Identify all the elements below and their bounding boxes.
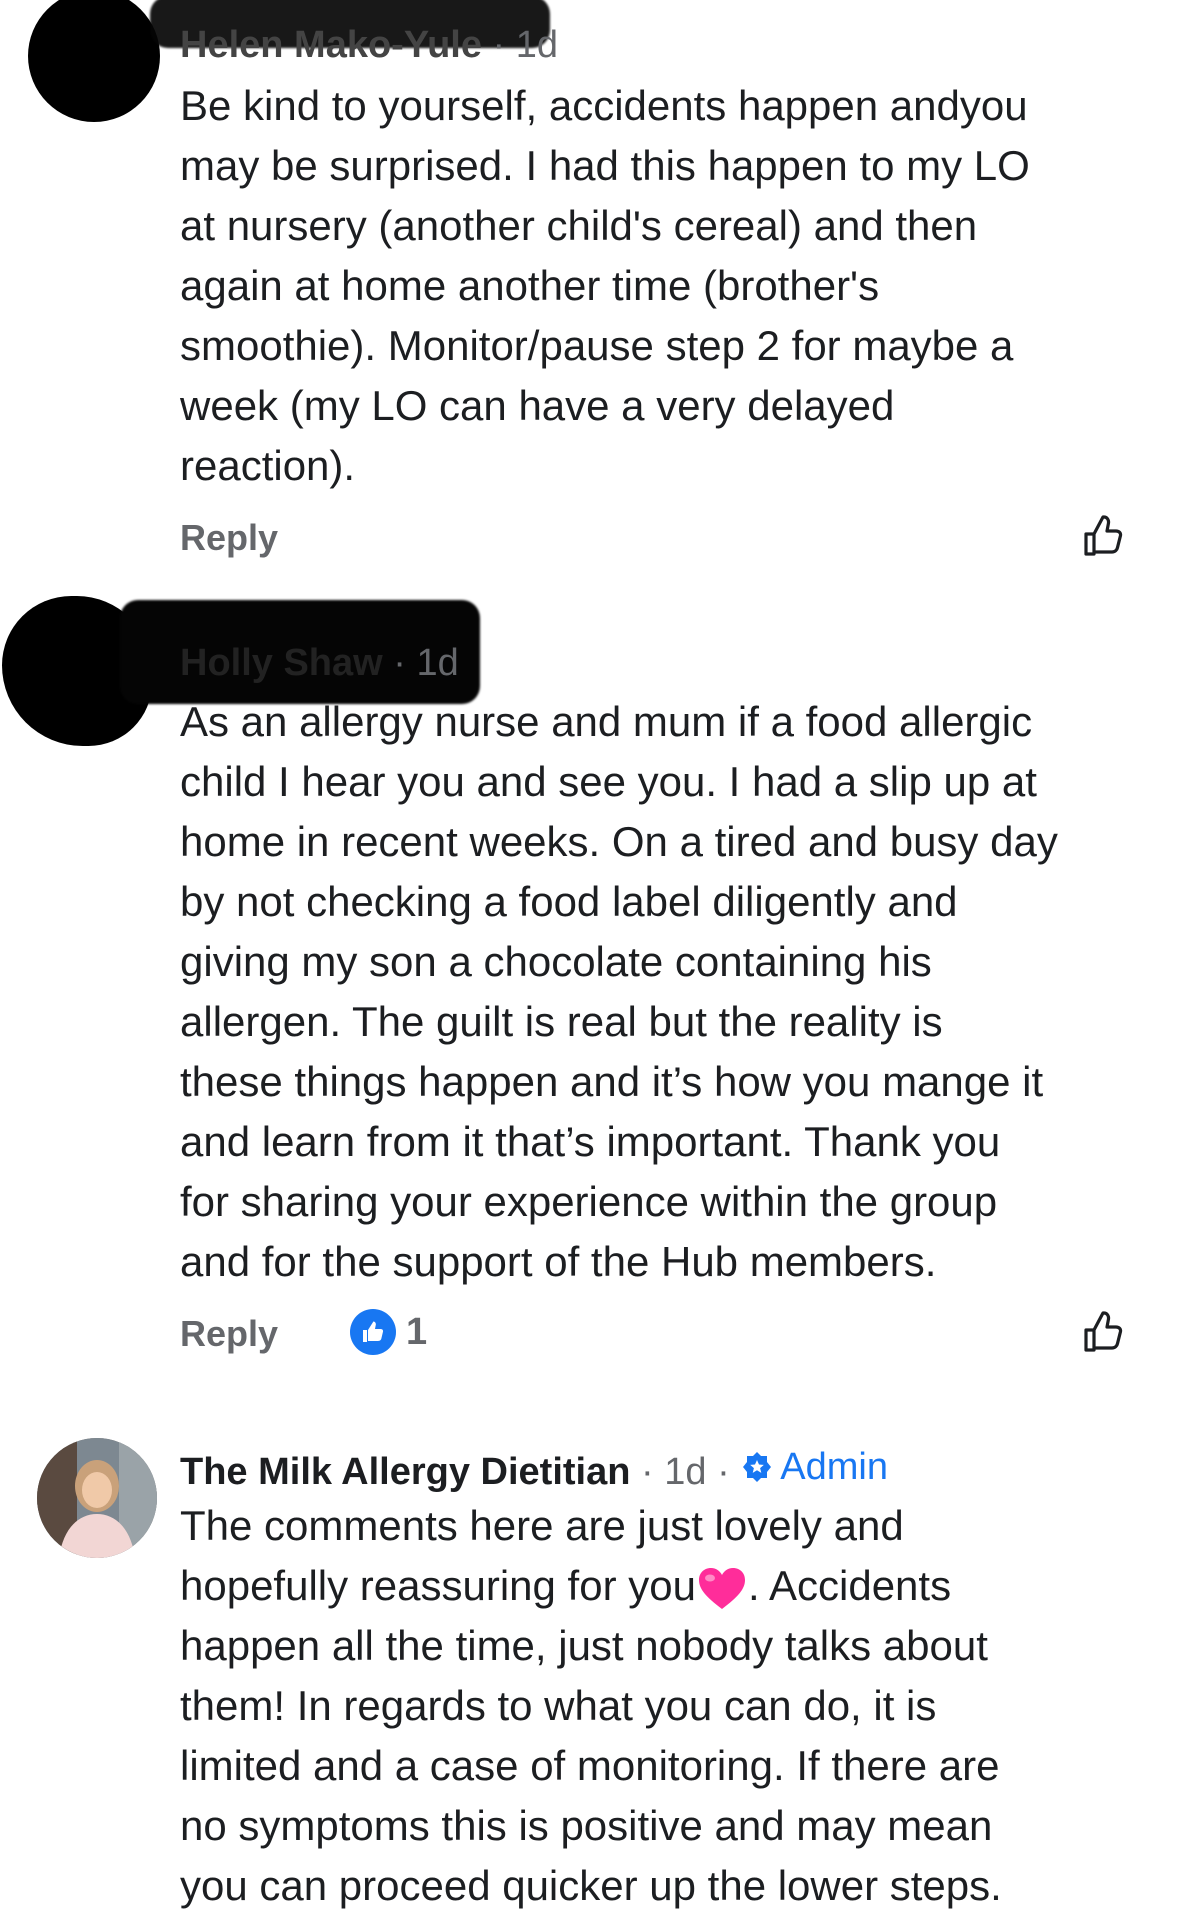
separator: · bbox=[393, 642, 406, 684]
reply-button[interactable]: Reply bbox=[180, 516, 278, 560]
admin-badge[interactable]: Admin bbox=[740, 1444, 888, 1490]
thumbs-up-outline-icon bbox=[1084, 515, 1123, 556]
comment-time: 1d bbox=[416, 642, 459, 684]
avatar[interactable] bbox=[37, 1438, 157, 1558]
star-badge-icon bbox=[743, 1452, 772, 1482]
thumbs-up-filled-icon bbox=[350, 1309, 396, 1355]
comment-author-line: The Milk Allergy Dietitian · 1d · Admin bbox=[180, 1444, 888, 1495]
comment-time: 1d bbox=[515, 24, 559, 66]
comment-text: The comments here are just lovely and ho… bbox=[180, 1496, 1140, 1916]
comment-time: 1d bbox=[664, 1451, 707, 1493]
avatar-redacted[interactable] bbox=[28, 0, 160, 122]
comment-author[interactable]: Helen Mako-Yule bbox=[180, 24, 482, 66]
profile-photo bbox=[37, 1438, 157, 1558]
comment-text-part-2: . Accidents happen all the time, just no… bbox=[180, 1562, 1002, 1909]
reaction-summary[interactable]: 1 bbox=[350, 1309, 427, 1355]
comment-author-line: Holly Shaw · 1d bbox=[180, 640, 459, 686]
comment-text: As an allergy nurse and mum if a food al… bbox=[180, 698, 1058, 1285]
admin-label: Admin bbox=[780, 1446, 889, 1488]
comment-author[interactable]: Holly Shaw bbox=[180, 642, 383, 684]
separator: · bbox=[641, 1451, 654, 1493]
reply-button[interactable]: Reply bbox=[180, 1312, 278, 1356]
comment-author-line: Helen Mako-Yule · 1d bbox=[180, 22, 558, 68]
thumbs-up-outline-icon bbox=[1084, 1311, 1123, 1352]
separator: · bbox=[492, 24, 506, 66]
like-button[interactable] bbox=[1078, 512, 1126, 560]
separator: · bbox=[717, 1451, 730, 1493]
comment-text: Be kind to yourself, accidents happen an… bbox=[180, 82, 1030, 489]
comment-author[interactable]: The Milk Allergy Dietitian bbox=[180, 1451, 630, 1493]
like-button[interactable] bbox=[1078, 1308, 1126, 1356]
heart-emoji-icon bbox=[698, 1567, 745, 1609]
reaction-count: 1 bbox=[406, 1310, 428, 1353]
